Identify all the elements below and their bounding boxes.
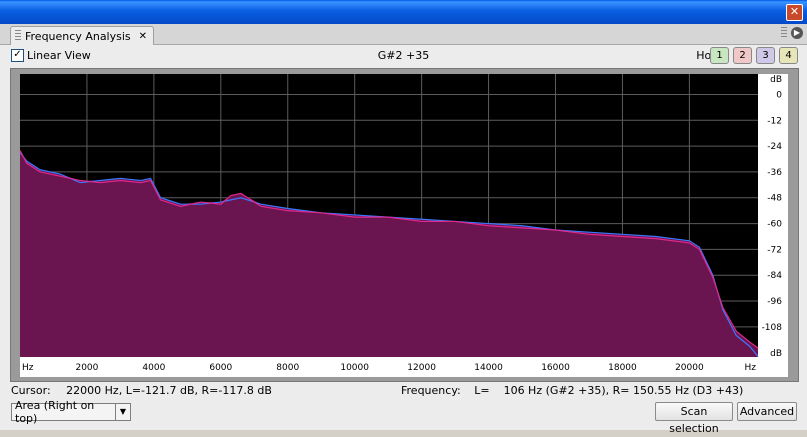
y-tick-label: -12 (767, 116, 782, 126)
window-close-button[interactable]: ✕ (786, 4, 803, 21)
x-unit-label-left: Hz (22, 363, 34, 373)
analysis-toolbar: ✓ Linear View G#2 +35 Hold: 1 2 3 4 (0, 45, 807, 67)
y-tick-label: -84 (767, 271, 782, 281)
hold-button-4[interactable]: 4 (779, 47, 798, 64)
advanced-button[interactable]: Advanced (737, 402, 797, 421)
scan-selection-button[interactable]: Scan selection (655, 402, 733, 435)
hold-button-3[interactable]: 3 (756, 47, 775, 64)
display-mode-value: Area (Right on top) (15, 399, 95, 425)
x-tick-label: 18000 (608, 363, 637, 373)
y-tick-label: -108 (762, 323, 783, 333)
spectrum-plot-frame: 2000 4000 6000 8000 10000 12000 14000 16000 1800… (10, 68, 799, 382)
x-tick-label: 2000 (75, 363, 98, 373)
y-unit-label-bottom: dB (770, 349, 782, 359)
x-tick-label: 6000 (209, 363, 232, 373)
tab-close-icon[interactable]: ✕ (139, 31, 147, 42)
x-tick-label: 8000 (276, 363, 299, 373)
y-tick-label: -96 (767, 297, 782, 307)
cursor-value: 22000 Hz, L=-121.7 dB, R=-117.8 dB (66, 384, 272, 397)
y-tick-label: -72 (767, 245, 782, 255)
x-tick-label: 16000 (541, 363, 570, 373)
dropdown-arrow-icon[interactable]: ▼ (115, 404, 130, 420)
panel-options: ▶ (781, 27, 803, 39)
detected-note: G#2 +35 (377, 49, 430, 62)
window-titlebar: ✕ (0, 0, 807, 24)
display-mode-select[interactable]: Area (Right on top) ▼ (11, 399, 131, 425)
panel-tab-row: Frequency Analysis ✕ ▶ (0, 24, 807, 45)
panel-menu-icon[interactable]: ▶ (791, 27, 803, 39)
frequency-value: L= 106 Hz (G#2 +35), R= 150.55 Hz (D3 +4… (474, 384, 744, 397)
tab-title: Frequency Analysis (25, 29, 131, 43)
x-tick-label: 14000 (474, 363, 503, 373)
cursor-readout: Cursor: 22000 Hz, L=-121.7 dB, R=-117.8 … (11, 384, 272, 397)
x-tick-label: 4000 (142, 363, 165, 373)
cursor-label: Cursor: (11, 384, 51, 397)
spectrum-chart[interactable]: 2000 4000 6000 8000 10000 12000 14000 16000 1800… (11, 69, 798, 381)
x-tick-label: 20000 (675, 363, 704, 373)
y-tick-label: -36 (767, 168, 782, 178)
hold-button-1[interactable]: 1 (710, 47, 729, 64)
frequency-readout: Frequency: L= 106 Hz (G#2 +35), R= 150.5… (401, 384, 743, 397)
x-tick-label: 12000 (407, 363, 436, 373)
x-tick-label: 10000 (340, 363, 369, 373)
x-axis-strip (20, 357, 758, 377)
y-unit-label-top: dB (770, 75, 782, 85)
panel-grip-icon[interactable] (781, 27, 787, 39)
frequency-label: Frequency: (401, 384, 461, 397)
y-tick-label: 0 (776, 90, 782, 100)
y-tick-label: -60 (767, 220, 782, 230)
drag-grip-icon[interactable] (15, 30, 21, 42)
tab-frequency-analysis[interactable]: Frequency Analysis ✕ (10, 26, 155, 45)
x-unit-label-right: Hz (745, 363, 757, 373)
y-tick-label: -24 (767, 142, 782, 152)
hold-button-2[interactable]: 2 (733, 47, 752, 64)
y-tick-label: -48 (767, 194, 782, 204)
